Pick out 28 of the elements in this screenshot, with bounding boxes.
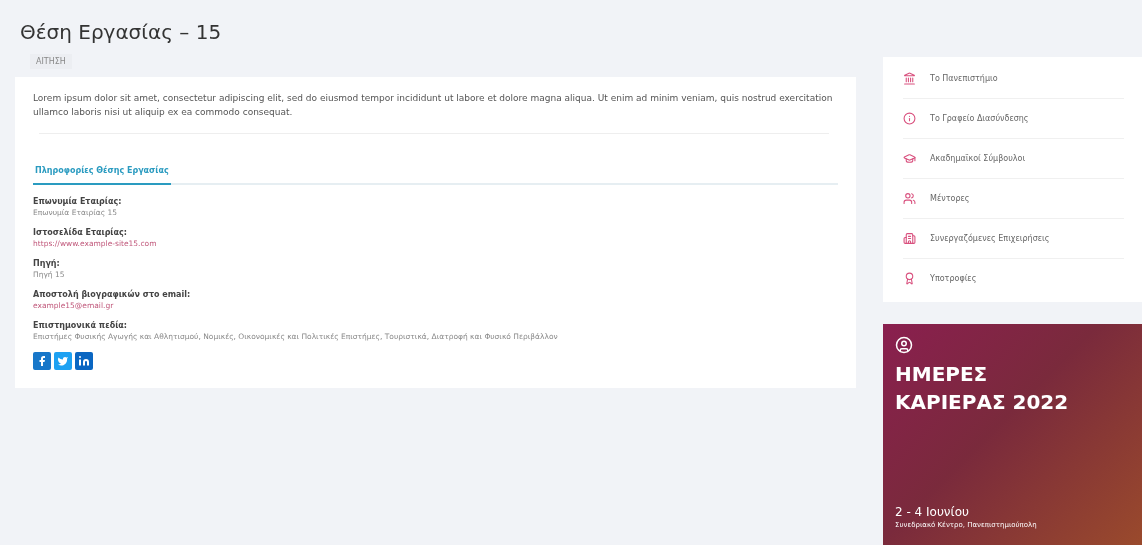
sidebar-item[interactable]: Συνεργαζόμενες Επιχειρήσεις [903, 219, 1124, 259]
field-label: Επωνυμία Εταιρίας: [33, 197, 123, 206]
linkedin-icon[interactable] [75, 352, 93, 370]
tab[interactable]: Πληροφορίες Θέσης Εργασίας [33, 160, 171, 185]
sidebar-item[interactable]: Υποτροφίες [903, 259, 1124, 298]
field-label: Πηγή: [33, 259, 61, 268]
bank-icon [903, 72, 916, 85]
award-icon [903, 272, 916, 285]
field-label: Ιστοσελίδα Εταιρίας: [33, 228, 128, 237]
breadcrumb[interactable]: ΑΙΤΗΣΗ [30, 54, 72, 69]
page-title: Θέση Εργασίας – 15 [20, 20, 223, 44]
users-icon [903, 192, 916, 205]
info-icon [903, 112, 916, 125]
field-label: Αποστολή βιογραφικών στο email: [33, 290, 192, 299]
sidebar-item[interactable]: Το Πανεπιστήμιο [903, 59, 1124, 99]
field-label: Επιστημονικά πεδία: [33, 321, 128, 330]
banner-title: ΗΜΕΡΕΣ [895, 361, 989, 388]
sidebar-item[interactable]: Ακαδημαϊκοί Σύμβουλοι [903, 139, 1124, 179]
banner-date: 2 - 4 Ιουνίου [895, 505, 970, 519]
sidebar-item[interactable]: Μέντορες [903, 179, 1124, 219]
building-icon [903, 232, 916, 245]
facebook-icon[interactable] [33, 352, 51, 370]
banner-title: ΚΑΡΙΕΡΑΣ 2022 [895, 389, 1070, 416]
twitter-icon[interactable] [54, 352, 72, 370]
person-circle-icon [895, 336, 913, 354]
sidebar-item[interactable]: Το Γραφείο Διασύνδεσης [903, 99, 1124, 139]
description: Lorem ipsum dolor sit amet, consectetur adipiscing elit, sed do eiusmod tempor incididunt ut labore et dolore magna aliqua. Ut enim ad minim veniam, quis nostrud exercitation ullamco laboris nisi ut aliquip ex ea commodo consequat. [33, 92, 834, 119]
graduation-cap-icon [903, 152, 916, 165]
